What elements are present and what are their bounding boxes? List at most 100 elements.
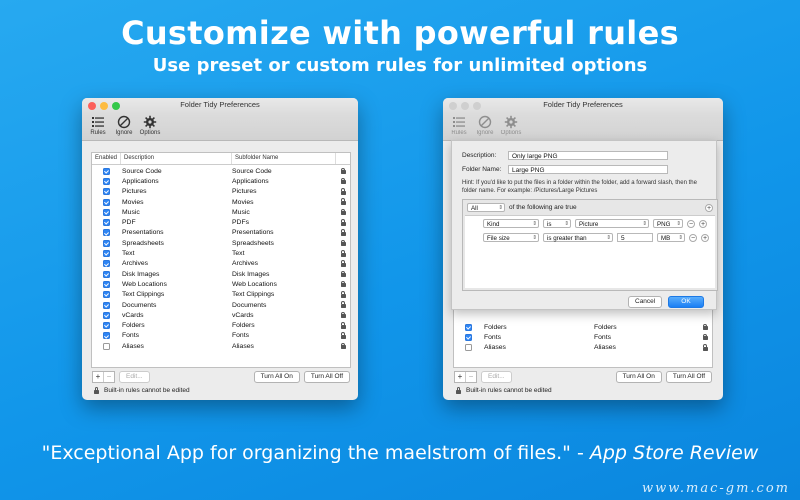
turn-all-on-button[interactable]: Turn All On — [253, 371, 300, 383]
value-popup[interactable]: Picture — [575, 219, 649, 229]
table-row[interactable]: PDF PDFs — [92, 217, 350, 227]
table-row[interactable]: Web Locations Web Locations — [92, 279, 350, 289]
table-row[interactable]: Text Text — [92, 248, 350, 258]
match-row: All of the following are true + — [467, 203, 713, 213]
subfolder-cell: Fonts — [232, 332, 249, 340]
lock-icon — [340, 321, 346, 329]
turn-all-off-button[interactable]: Turn All Off — [303, 371, 350, 383]
description-cell: Movies — [122, 198, 144, 206]
subfolder-cell: Fonts — [594, 333, 611, 341]
enabled-checkbox[interactable] — [102, 198, 110, 206]
format-popup[interactable]: PNG — [653, 219, 683, 229]
enabled-checkbox[interactable] — [102, 239, 110, 247]
enabled-checkbox[interactable] — [464, 323, 472, 331]
folder-name-field[interactable]: Large PNG — [508, 165, 668, 174]
enabled-checkbox[interactable] — [102, 311, 110, 319]
column-description[interactable]: Description — [121, 153, 232, 164]
tab-rules[interactable]: Rules — [448, 114, 470, 140]
enabled-checkbox[interactable] — [102, 291, 110, 299]
enabled-checkbox[interactable] — [102, 342, 110, 350]
lock-icon — [340, 249, 346, 257]
table-row[interactable]: vCards vCards — [92, 310, 350, 320]
enabled-checkbox[interactable] — [102, 301, 110, 309]
enabled-checkbox[interactable] — [102, 270, 110, 278]
table-row[interactable]: Aliases Aliases — [92, 341, 350, 351]
table-row[interactable]: Applications Applications — [92, 176, 350, 186]
table-row[interactable]: Pictures Pictures — [92, 187, 350, 197]
lock-icon — [340, 332, 346, 339]
enabled-checkbox[interactable] — [102, 177, 110, 185]
match-mode-popup[interactable]: All — [467, 203, 505, 213]
enabled-checkbox[interactable] — [102, 260, 110, 268]
table-row[interactable]: Fonts Fonts — [92, 331, 350, 341]
table-row[interactable]: Presentations Presentations — [92, 228, 350, 238]
table-row[interactable]: Music Music — [92, 207, 350, 217]
edit-button[interactable]: Edit... — [481, 371, 512, 383]
add-rule-button[interactable]: + — [93, 372, 103, 382]
remove-criterion-button[interactable]: − — [687, 219, 695, 228]
lock-cell — [337, 229, 349, 236]
table-row[interactable]: Movies Movies — [92, 197, 350, 207]
unit-popup[interactable]: MB — [657, 233, 685, 243]
column-enabled[interactable]: Enabled — [92, 153, 121, 164]
ok-button[interactable]: OK — [668, 296, 704, 308]
enabled-checkbox[interactable] — [102, 219, 110, 227]
subfolder-cell: PDFs — [232, 219, 249, 227]
table-row[interactable]: Folders Folders — [454, 322, 712, 332]
add-criterion-button[interactable]: + — [699, 219, 707, 228]
table-row[interactable]: Aliases Aliases — [454, 343, 712, 353]
enabled-checkbox[interactable] — [464, 333, 472, 341]
turn-all-on-button[interactable]: Turn All On — [615, 371, 662, 383]
attribute-popup[interactable]: File size — [483, 233, 539, 243]
attribute-popup[interactable]: Kind — [483, 219, 539, 229]
enabled-checkbox[interactable] — [102, 322, 110, 330]
enabled-checkbox[interactable] — [102, 208, 110, 216]
table-row[interactable]: Documents Documents — [92, 300, 350, 310]
add-rule-button[interactable]: + — [455, 372, 465, 382]
remove-rule-button[interactable]: − — [465, 372, 476, 382]
table-row[interactable]: Archives Archives — [92, 259, 350, 269]
table-row[interactable]: Disk Images Disk Images — [92, 269, 350, 279]
table-row[interactable]: Text Clippings Text Clippings — [92, 290, 350, 300]
toolbar: Rules Ignore Options — [443, 114, 723, 141]
table-row[interactable]: Fonts Fonts — [454, 332, 712, 342]
title-bar: Folder Tidy Preferences — [82, 98, 358, 114]
turn-all-off-button[interactable]: Turn All Off — [665, 371, 712, 383]
enabled-checkbox[interactable] — [102, 280, 110, 288]
operator-popup[interactable]: is greater than — [543, 233, 613, 243]
enabled-checkbox[interactable] — [102, 332, 110, 340]
description-cell: Aliases — [122, 342, 144, 350]
description-field[interactable]: Only large PNG — [508, 151, 668, 160]
lock-cell — [337, 260, 349, 267]
subfolder-cell: Aliases — [232, 342, 254, 350]
operator-popup[interactable]: is — [543, 219, 571, 229]
column-subfolder[interactable]: Subfolder Name — [232, 153, 336, 164]
subfolder-cell: Aliases — [594, 344, 616, 352]
tab-options[interactable]: Options — [500, 114, 522, 140]
table-row[interactable]: Source Code Source Code — [92, 166, 350, 176]
table-row[interactable]: Folders Folders — [92, 320, 350, 330]
lock-cell — [699, 344, 711, 351]
tab-ignore[interactable]: Ignore — [113, 114, 135, 140]
enabled-checkbox[interactable] — [102, 250, 110, 258]
description-cell: Folders — [122, 322, 145, 330]
cancel-button[interactable]: Cancel — [628, 296, 663, 308]
enabled-checkbox[interactable] — [102, 167, 110, 175]
enabled-checkbox[interactable] — [464, 344, 472, 352]
edit-button[interactable]: Edit... — [119, 371, 150, 383]
rules-table: Enabled Description Subfolder Name Sourc… — [91, 152, 351, 368]
enabled-checkbox[interactable] — [102, 188, 110, 196]
size-input[interactable]: 5 — [617, 233, 653, 242]
folder-name-row: Folder Name: Large PNG — [462, 165, 668, 174]
tab-ignore[interactable]: Ignore — [474, 114, 496, 140]
subfolder-cell: Presentations — [232, 229, 274, 237]
add-criterion-button[interactable]: + — [701, 233, 709, 242]
add-criterion-button[interactable]: + — [705, 203, 713, 212]
lock-cell — [337, 342, 349, 350]
tab-options[interactable]: Options — [139, 114, 161, 140]
enabled-checkbox[interactable] — [102, 229, 110, 237]
remove-criterion-button[interactable]: − — [689, 233, 697, 242]
remove-rule-button[interactable]: − — [103, 372, 114, 382]
tab-rules[interactable]: Rules — [87, 114, 109, 140]
table-row[interactable]: Spreadsheets Spreadsheets — [92, 238, 350, 248]
